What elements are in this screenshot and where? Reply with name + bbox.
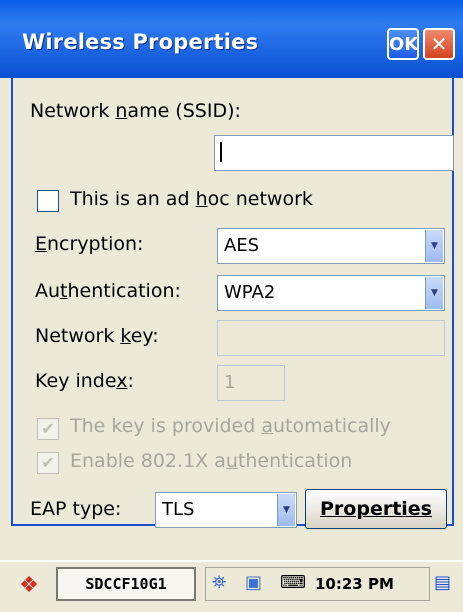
authentication-value: WPA2 <box>224 282 276 303</box>
network-key-label: Network key: <box>35 325 159 347</box>
enable-8021x-checkbox[interactable]: ✔ <box>37 452 59 474</box>
ssid-label: Network name (SSID): <box>30 100 241 122</box>
close-button[interactable]: ✕ <box>423 28 455 60</box>
clock[interactable]: 10:23 PM <box>315 575 394 593</box>
adhoc-checkbox[interactable] <box>37 190 59 212</box>
eap-type-select[interactable]: TLS ▼ <box>155 492 297 528</box>
chevron-down-icon[interactable]: ▼ <box>425 230 443 262</box>
authentication-label: Authentication: <box>35 280 181 302</box>
chevron-down-icon[interactable]: ▼ <box>277 494 295 526</box>
eap-type-value: TLS <box>162 499 195 520</box>
encryption-value: AES <box>224 235 260 256</box>
network-icon[interactable]: ⛯ <box>212 572 226 593</box>
desktop-switch-icon[interactable]: ▤ <box>434 572 451 593</box>
enable-8021x-label: Enable 802.1X authentication <box>70 450 353 472</box>
auto-key-checkbox[interactable]: ✔ <box>37 418 59 440</box>
ssid-input[interactable] <box>214 135 454 171</box>
properties-button[interactable]: Properties <box>305 489 447 529</box>
authentication-select[interactable]: WPA2 ▼ <box>217 275 445 311</box>
close-icon: ✕ <box>430 32 448 56</box>
ok-button[interactable]: OK <box>387 28 419 60</box>
encryption-select[interactable]: AES ▼ <box>217 228 445 264</box>
key-index-label: Key index: <box>35 370 134 392</box>
checkmark-icon: ✔ <box>41 453 55 472</box>
keyboard-icon[interactable]: ⌨ <box>280 572 306 593</box>
encryption-label: Encryption: <box>35 233 144 255</box>
network-key-input[interactable] <box>217 320 445 356</box>
eap-type-label: EAP type: <box>30 498 122 520</box>
title-bar: Wireless Properties OK ✕ <box>0 0 463 78</box>
connection-icon[interactable]: ▣ <box>245 572 262 593</box>
window-title: Wireless Properties <box>22 30 259 54</box>
chevron-down-icon[interactable]: ▼ <box>425 277 443 309</box>
auto-key-label: The key is provided automatically <box>70 415 391 437</box>
text-caret <box>220 142 222 162</box>
key-index-input[interactable]: 1 <box>217 365 285 401</box>
taskbar-app-button[interactable]: SDCCF10G1 <box>56 567 196 601</box>
checkmark-icon: ✔ <box>41 419 55 438</box>
adhoc-label: This is an ad hoc network <box>70 188 313 210</box>
windows-flag-icon[interactable]: ❖ <box>10 570 48 602</box>
screen: Wireless Properties OK ✕ Network name (S… <box>0 0 463 612</box>
